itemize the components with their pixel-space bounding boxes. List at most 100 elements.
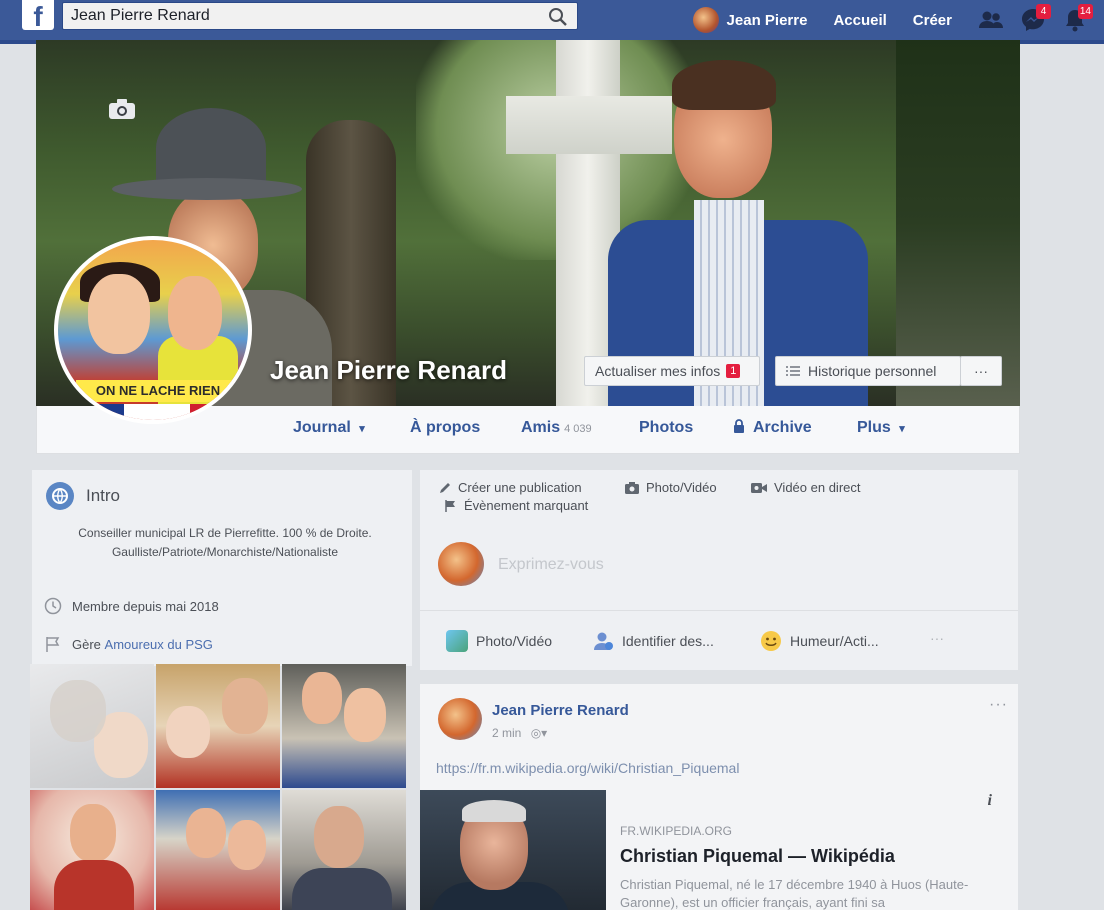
globe-icon [46, 482, 74, 510]
clock-icon [44, 597, 62, 615]
flag-icon [46, 637, 60, 652]
photo-video-button-label: Photo/Vidéo [476, 633, 553, 649]
photo-thumbnail[interactable] [282, 790, 406, 910]
link-domain: FR.WIKIPEDIA.ORG [620, 824, 733, 838]
photo-thumbnail[interactable] [30, 790, 154, 910]
update-info-button[interactable]: Actualiser mes infos 1 [584, 356, 760, 386]
tag-people-button[interactable]: Identifier des... [592, 630, 714, 652]
nav-home-link[interactable]: Accueil [833, 12, 886, 29]
live-video-label: Vidéo en direct [774, 480, 861, 495]
activity-log-label: Historique personnel [808, 363, 937, 379]
activity-log-button[interactable]: Historique personnel [775, 356, 961, 386]
post-url[interactable]: https://fr.m.wikipedia.org/wiki/Christia… [436, 760, 739, 776]
manages-page-row: Gère Amoureux du PSG [44, 635, 213, 653]
photo-thumbnail[interactable] [282, 664, 406, 788]
profile-picture-banner: ON NE LACHE RIEN [76, 380, 240, 402]
tab-more[interactable]: Plus ▾ [857, 419, 905, 437]
post-meta: 2 min ◎▾ [492, 726, 547, 740]
camera-icon [625, 481, 639, 494]
messages-badge: 4 [1036, 4, 1051, 19]
feed-post: Jean Pierre Renard 2 min ◎▾ ··· https://… [420, 684, 1018, 910]
tab-archive[interactable]: Archive [733, 419, 812, 437]
camera-icon[interactable] [108, 98, 136, 120]
feeling-activity-button[interactable]: Humeur/Acti... [760, 630, 879, 652]
tab-friends[interactable]: Amis 4 039 [521, 419, 592, 437]
feeling-activity-label: Humeur/Acti... [790, 633, 879, 649]
facebook-logo-icon[interactable]: f [22, 0, 54, 32]
cover-more-button[interactable]: ··· [960, 356, 1002, 386]
cover-tree-right [896, 40, 1020, 406]
tab-photos[interactable]: Photos [639, 419, 693, 437]
chevron-down-icon: ▾ [359, 423, 365, 435]
flag-icon [445, 499, 455, 512]
user-avatar[interactable] [692, 7, 719, 33]
globe-icon[interactable]: ◎▾ [531, 726, 548, 740]
member-since-text: Membre depuis mai 2018 [72, 598, 219, 614]
friend-requests-icon[interactable] [978, 7, 1004, 33]
top-nav: Jean Pierre Accueil Créer 4 14 [692, 0, 1104, 40]
create-post-label: Créer une publication [458, 480, 582, 495]
photo-thumbnail[interactable] [30, 664, 154, 788]
composer-more-button[interactable]: ··· [930, 630, 944, 646]
member-since-row: Membre depuis mai 2018 [44, 597, 219, 615]
post-options-button[interactable]: ··· [989, 696, 1008, 714]
notifications-badge: 14 [1077, 4, 1093, 19]
post-time[interactable]: 2 min [492, 726, 521, 740]
live-video-action[interactable]: Vidéo en direct [750, 480, 861, 495]
post-composer: Créer une publication Photo/Vidéo Vidéo … [420, 470, 1018, 670]
status-input[interactable]: Exprimez-vous [498, 556, 604, 574]
video-camera-icon [751, 482, 767, 493]
update-info-label: Actualiser mes infos [595, 363, 721, 379]
post-author-name[interactable]: Jean Pierre Renard [492, 702, 629, 719]
photo-video-button[interactable]: Photo/Vidéo [446, 630, 552, 652]
info-icon[interactable]: i [988, 792, 992, 810]
composer-avatar [438, 542, 484, 586]
intro-title: Intro [86, 486, 121, 505]
tab-friends-label: Amis [521, 419, 561, 436]
tab-archive-label: Archive [753, 419, 812, 436]
photo-video-action[interactable]: Photo/Vidéo [624, 480, 717, 495]
pencil-icon [440, 482, 450, 493]
post-author-avatar[interactable] [438, 698, 482, 740]
life-event-action[interactable]: Évènement marquant [444, 498, 588, 513]
link-preview-image[interactable] [420, 790, 606, 910]
cover-person-man [608, 60, 888, 406]
notifications-bell-icon[interactable]: 14 [1062, 4, 1093, 33]
tag-people-icon [594, 632, 613, 650]
smiley-icon [761, 631, 781, 651]
photos-grid [30, 664, 406, 910]
search-icon[interactable] [547, 6, 569, 28]
tab-about[interactable]: À propos [410, 419, 480, 437]
intro-card: Intro Conseiller municipal LR de Pierref… [32, 470, 412, 666]
link-description: Christian Piquemal, né le 17 décembre 19… [620, 877, 969, 910]
profile-name[interactable]: Jean Pierre Renard [270, 355, 507, 386]
search-box[interactable]: Jean Pierre Renard [62, 2, 578, 30]
create-post-action[interactable]: Créer une publication [438, 480, 582, 495]
photo-video-label: Photo/Vidéo [646, 480, 717, 495]
photo-icon [446, 630, 468, 652]
chevron-down-icon: ▾ [899, 423, 905, 435]
photo-thumbnail[interactable] [156, 664, 280, 788]
top-bar: f Jean Pierre Renard Jean Pierre Accueil… [0, 0, 1104, 44]
tag-people-label: Identifier des... [622, 633, 714, 649]
profile-picture[interactable]: ON NE LACHE RIEN [54, 236, 252, 424]
tab-more-label: Plus [857, 419, 891, 436]
photo-thumbnail[interactable] [156, 790, 280, 910]
nav-create-link[interactable]: Créer [913, 12, 952, 29]
composer-divider [420, 610, 1018, 611]
update-info-badge: 1 [726, 364, 741, 378]
cover-more-label: ··· [974, 363, 988, 379]
list-icon [786, 366, 800, 376]
search-input[interactable]: Jean Pierre Renard [71, 7, 210, 25]
nav-profile-link[interactable]: Jean Pierre [727, 12, 808, 29]
tab-journal[interactable]: Journal ▾ [293, 419, 365, 437]
life-event-label: Évènement marquant [464, 498, 589, 513]
messenger-icon[interactable]: 4 [1020, 4, 1051, 33]
managed-page-link[interactable]: Amoureux du PSG [105, 637, 213, 652]
manages-prefix: Gère [72, 636, 101, 652]
friends-count: 4 039 [564, 423, 592, 435]
tab-journal-label: Journal [293, 419, 351, 436]
lock-icon [734, 419, 744, 433]
intro-bio: Conseiller municipal LR de Pierrefitte. … [78, 526, 372, 559]
link-title[interactable]: Christian Piquemal — Wikipédia [620, 846, 895, 867]
